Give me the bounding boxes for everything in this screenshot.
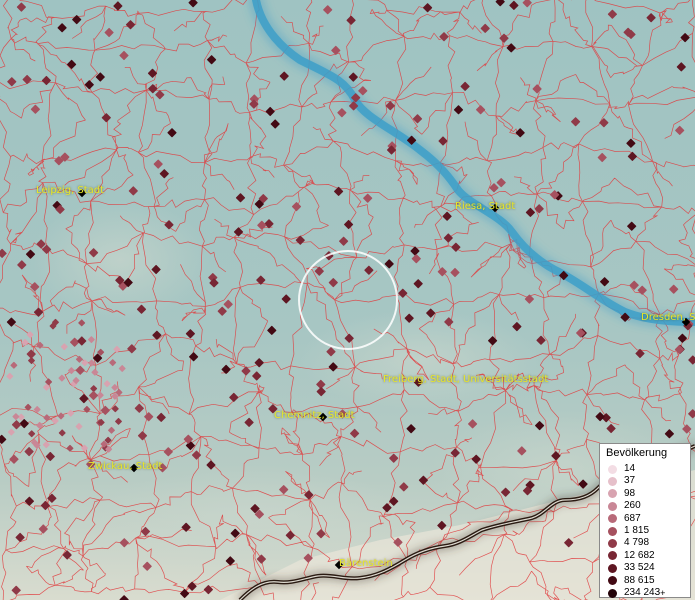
legend-swatch xyxy=(608,489,617,499)
selection-ring xyxy=(298,250,398,350)
legend-item: 687 xyxy=(608,513,641,525)
city-label[interactable]: Dresden, S xyxy=(641,312,695,323)
legend-label: 88 615 xyxy=(624,574,655,586)
legend-swatch xyxy=(608,538,617,548)
legend-label: 1 815 xyxy=(624,525,650,536)
legend-swatch xyxy=(608,576,617,586)
legend-swatch xyxy=(608,501,617,511)
legend-label: 14 xyxy=(624,463,636,474)
legend-label: 33 524 xyxy=(624,562,655,574)
legend-item: 37 xyxy=(608,475,635,487)
legend-item: 4 798 xyxy=(608,537,649,549)
legend-swatch xyxy=(608,563,617,573)
legend-title: Bevölkerung xyxy=(606,447,668,459)
legend-item: 234 243 + xyxy=(608,587,665,599)
city-label[interactable]: Riesa, Stadt xyxy=(455,201,515,212)
legend-item: 1 815 xyxy=(608,525,649,537)
map-canvas[interactable]: Leipzig, Stadt Riesa, Stadt Dresden, S Frei… xyxy=(0,0,695,600)
legend-plus-sign: + xyxy=(660,588,666,598)
city-label[interactable]: Chemnitz, Stadt xyxy=(274,410,355,421)
legend-label: 98 xyxy=(624,487,636,499)
legend-item: 260 xyxy=(608,500,641,512)
legend-item: 14 xyxy=(608,463,635,475)
legend-label: 4 798 xyxy=(624,537,650,549)
legend-swatch xyxy=(608,464,617,474)
legend-label: 234 243 xyxy=(624,587,661,598)
legend-label: 12 682 xyxy=(624,549,655,561)
legend-item: 88 615 xyxy=(608,575,655,587)
legend-label: 260 xyxy=(624,500,641,512)
legend-swatch xyxy=(608,588,617,598)
city-label[interactable]: Zwickau, Stadt xyxy=(88,461,162,472)
legend-swatch xyxy=(608,514,617,524)
legend-item: 33 524 xyxy=(608,562,655,574)
legend-item: 12 682 xyxy=(608,550,655,562)
legend-swatch xyxy=(608,476,617,486)
legend-swatch xyxy=(608,551,617,561)
legend-item: 98 xyxy=(608,488,635,500)
legend-label: 37 xyxy=(624,475,636,487)
city-label[interactable]: Bärenstein xyxy=(339,558,393,569)
population-legend: Bevölkerung 14 37 98 260 687 1 815 4 798 12 682… xyxy=(599,443,691,598)
city-label[interactable]: Freiberg, Stadt, Universitätsstadt xyxy=(383,374,548,385)
city-label[interactable]: Leipzig, Stadt xyxy=(36,185,104,196)
legend-swatch xyxy=(608,526,617,536)
legend-label: 687 xyxy=(624,512,641,524)
